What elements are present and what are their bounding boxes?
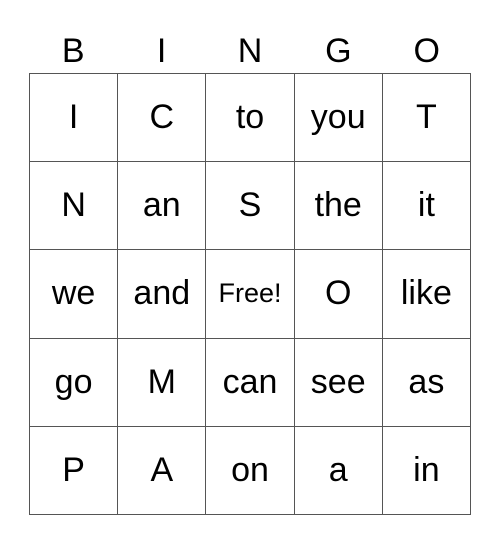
- bingo-cell[interactable]: A: [118, 426, 207, 515]
- bingo-cell[interactable]: P: [30, 426, 119, 515]
- bingo-cell[interactable]: like: [382, 250, 471, 339]
- header-letter-o: O: [413, 32, 440, 70]
- bingo-cell[interactable]: and: [118, 250, 207, 339]
- bingo-cell[interactable]: a: [294, 426, 383, 515]
- bingo-cell[interactable]: see: [294, 338, 383, 427]
- header-letter-b: B: [61, 32, 85, 70]
- bingo-cell[interactable]: S: [206, 162, 295, 251]
- bingo-cell[interactable]: C: [118, 74, 207, 163]
- bingo-cell[interactable]: N: [30, 162, 119, 251]
- header-letter-g: G: [325, 32, 352, 70]
- bingo-cell[interactable]: O: [294, 250, 383, 339]
- bingo-cell[interactable]: we: [30, 250, 119, 339]
- bingo-cell[interactable]: go: [30, 338, 119, 427]
- bingo-cell[interactable]: to: [206, 74, 295, 163]
- bingo-header: B I N G O: [29, 30, 471, 73]
- bingo-cell[interactable]: on: [206, 426, 295, 515]
- bingo-grid: I C to you T N an S the it we and Free! …: [29, 73, 471, 515]
- bingo-cell[interactable]: an: [118, 162, 207, 251]
- bingo-cell[interactable]: M: [118, 338, 207, 427]
- bingo-cell[interactable]: it: [382, 162, 471, 251]
- bingo-cell[interactable]: T: [382, 74, 471, 163]
- bingo-cell[interactable]: you: [294, 74, 383, 163]
- bingo-cell[interactable]: can: [206, 338, 295, 427]
- free-space-cell[interactable]: Free!: [206, 250, 295, 339]
- bingo-cell[interactable]: the: [294, 162, 383, 251]
- bingo-cell[interactable]: as: [382, 338, 471, 427]
- header-letter-i: I: [156, 32, 167, 70]
- bingo-cell[interactable]: I: [30, 74, 119, 163]
- bingo-cell[interactable]: in: [382, 426, 471, 515]
- header-letter-n: N: [237, 32, 263, 70]
